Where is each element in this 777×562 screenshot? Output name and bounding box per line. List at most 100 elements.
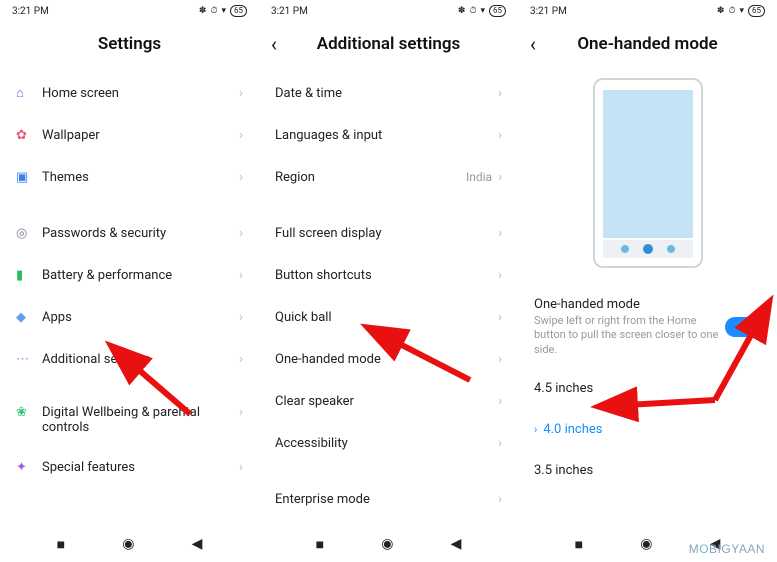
chevron-right-icon: ›: [239, 128, 243, 143]
screen-additional-settings: 3:21 PM ✽ ⏱ ▾ 65 ‹ Additional settings D…: [259, 0, 518, 562]
option-4-0-inches[interactable]: › 4.0 inches: [518, 409, 777, 450]
list-item-label: Digital Wellbeing & parental controls: [42, 405, 239, 435]
header: ‹ Additional settings: [259, 22, 518, 66]
chevron-right-icon: ›: [239, 352, 243, 367]
status-bar: 3:21 PM ✽ ⏱ ▾ 65: [0, 0, 259, 22]
item-home-screen[interactable]: ⌂ Home screen ›: [0, 72, 259, 114]
item-date-time[interactable]: Date & time ›: [259, 72, 518, 114]
option-label: 4.0 inches: [543, 422, 602, 437]
toggle-one-handed-mode[interactable]: One-handed mode Swipe left or right from…: [518, 286, 777, 368]
list-item-label: Languages & input: [275, 128, 498, 143]
item-enterprise-mode[interactable]: Enterprise mode ›: [259, 478, 518, 520]
header: Settings: [0, 22, 259, 66]
chevron-right-icon: ›: [239, 170, 243, 185]
list-item-label: Button shortcuts: [275, 268, 498, 283]
list-item-label: Special features: [42, 460, 239, 475]
nav-back-button[interactable]: ◀: [192, 536, 203, 552]
bluetooth-icon: ✽: [717, 6, 725, 16]
item-apps[interactable]: ◆ Apps ›: [0, 296, 259, 338]
list-item-label: Quick ball: [275, 310, 498, 325]
watermark: MOBIGYAAN: [689, 542, 765, 556]
item-button-shortcuts[interactable]: Button shortcuts ›: [259, 254, 518, 296]
chevron-right-icon: ›: [498, 310, 502, 325]
battery-icon: 65: [230, 5, 247, 17]
list-item-label: Clear speaker: [275, 394, 498, 409]
back-button[interactable]: ‹: [530, 32, 536, 56]
list-item-value: India: [466, 170, 492, 184]
chevron-right-icon: ›: [498, 436, 502, 451]
alarm-icon: ⏱: [728, 6, 735, 16]
list-item-label: Apps: [42, 310, 239, 325]
list-item-label: Full screen display: [275, 226, 498, 241]
item-digital-wellbeing[interactable]: ❀ Digital Wellbeing & parental controls …: [0, 394, 259, 446]
header: ‹ One-handed mode: [518, 22, 777, 66]
battery-icon: 65: [748, 5, 765, 17]
nav-recent-button[interactable]: ■: [575, 536, 583, 553]
battery-icon: 65: [489, 5, 506, 17]
chevron-right-icon: ›: [239, 86, 243, 101]
option-4-5-inches[interactable]: 4.5 inches: [518, 368, 777, 409]
chevron-right-icon: ›: [239, 226, 243, 241]
toggle-description: Swipe left or right from the Home button…: [534, 314, 725, 357]
alarm-icon: ⏱: [210, 6, 217, 16]
page-title: One-handed mode: [577, 34, 717, 54]
list-item-label: Battery & performance: [42, 268, 239, 283]
list-item-label: Accessibility: [275, 436, 498, 451]
navigation-bar: ■ ◉ ◀: [259, 526, 518, 562]
item-quick-ball[interactable]: Quick ball ›: [259, 296, 518, 338]
status-icons: ✽ ⏱ ▾ 65: [199, 5, 247, 17]
option-3-5-inches[interactable]: 3.5 inches: [518, 450, 777, 491]
chevron-right-icon: ›: [498, 170, 502, 185]
list-item-label: Passwords & security: [42, 226, 239, 241]
nav-home-button[interactable]: ◉: [381, 536, 393, 552]
phone-illustration: [593, 78, 703, 268]
settings-list: ⌂ Home screen › ✿ Wallpaper › ▣ Themes ›…: [0, 66, 259, 526]
nav-recent-button[interactable]: ■: [316, 536, 324, 553]
screen-settings: 3:21 PM ✽ ⏱ ▾ 65 Settings ⌂ Home screen …: [0, 0, 259, 562]
check-icon: ›: [534, 423, 537, 436]
item-themes[interactable]: ▣ Themes ›: [0, 156, 259, 198]
wifi-icon: ▾: [221, 6, 226, 16]
item-one-handed-mode[interactable]: One-handed mode ›: [259, 338, 518, 380]
toggle-switch[interactable]: [725, 317, 761, 337]
item-passwords-security[interactable]: ◎ Passwords & security ›: [0, 212, 259, 254]
nav-back-button[interactable]: ◀: [451, 536, 462, 552]
status-time: 3:21 PM: [530, 6, 567, 17]
bluetooth-icon: ✽: [199, 6, 207, 16]
item-accessibility[interactable]: Accessibility ›: [259, 422, 518, 464]
battery-icon: ▮: [16, 268, 42, 283]
status-icons: ✽ ⏱ ▾ 65: [717, 5, 765, 17]
special-icon: ✦: [16, 460, 42, 475]
wifi-icon: ▾: [480, 6, 485, 16]
list-item-label: Date & time: [275, 86, 498, 101]
status-time: 3:21 PM: [12, 6, 49, 17]
chevron-right-icon: ›: [239, 268, 243, 283]
item-special-features[interactable]: ✦ Special features ›: [0, 446, 259, 488]
nav-recent-button[interactable]: ■: [57, 536, 65, 553]
nav-home-button[interactable]: ◉: [640, 536, 652, 552]
chevron-right-icon: ›: [239, 405, 243, 420]
screen-one-handed-mode: 3:21 PM ✽ ⏱ ▾ 65 ‹ One-handed mode One-h…: [518, 0, 777, 562]
page-title: Additional settings: [317, 34, 461, 54]
option-label: 4.5 inches: [534, 381, 593, 396]
item-additional-settings[interactable]: ⋯ Additional settings ›: [0, 338, 259, 380]
apps-icon: ◆: [16, 310, 42, 325]
status-icons: ✽ ⏱ ▾ 65: [458, 5, 506, 17]
item-full-screen-display[interactable]: Full screen display ›: [259, 212, 518, 254]
illustration-nav: [603, 240, 693, 258]
wallpaper-icon: ✿: [16, 128, 42, 143]
status-bar: 3:21 PM ✽ ⏱ ▾ 65: [518, 0, 777, 22]
chevron-right-icon: ›: [498, 86, 502, 101]
item-wallpaper[interactable]: ✿ Wallpaper ›: [0, 114, 259, 156]
item-battery-performance[interactable]: ▮ Battery & performance ›: [0, 254, 259, 296]
chevron-right-icon: ›: [498, 268, 502, 283]
back-button[interactable]: ‹: [271, 32, 277, 56]
chevron-right-icon: ›: [498, 226, 502, 241]
status-bar: 3:21 PM ✽ ⏱ ▾ 65: [259, 0, 518, 22]
page-title: Settings: [98, 34, 161, 54]
item-languages-input[interactable]: Languages & input ›: [259, 114, 518, 156]
item-region[interactable]: Region India ›: [259, 156, 518, 198]
item-clear-speaker[interactable]: Clear speaker ›: [259, 380, 518, 422]
wifi-icon: ▾: [739, 6, 744, 16]
nav-home-button[interactable]: ◉: [122, 536, 134, 552]
